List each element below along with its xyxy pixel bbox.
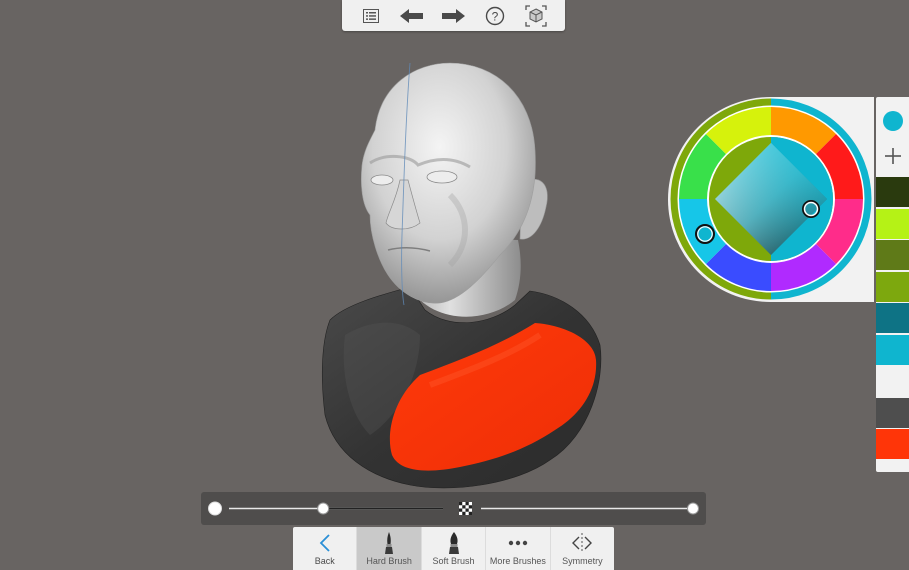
top-toolbar: ? [342,0,565,31]
add-swatch-button[interactable] [882,145,904,167]
svg-text:?: ? [492,9,499,23]
more-brushes-button[interactable]: More Brushes [486,527,551,570]
symmetry-icon [572,533,593,553]
hue-selector [695,224,715,244]
view-cube-icon [525,4,547,27]
back-label: Back [314,556,335,566]
list-button[interactable] [356,3,386,29]
undo-arrow-icon [400,8,424,23]
soft-brush-button[interactable]: Soft Brush [422,527,487,570]
hard-brush-label: Hard Brush [366,556,412,566]
more-brushes-label: More Brushes [489,556,546,566]
opacity-slider-thumb [687,502,699,515]
brush-slider-bar [201,492,706,525]
soft-brush-icon [448,532,459,554]
hard-brush-button[interactable]: Hard Brush [357,527,422,570]
hard-brush-icon [385,532,394,554]
undo-button[interactable] [397,3,427,29]
redo-arrow-icon [442,8,466,23]
symmetry-label: Symmetry [562,556,603,566]
back-button[interactable]: Back [293,527,358,570]
bottom-toolbar: Back Hard Brush Soft Brush More Brushes … [293,527,614,570]
color-swatch[interactable] [876,177,909,207]
color-swatch[interactable] [876,240,909,270]
color-swatch[interactable] [876,303,909,333]
swatch-panel [876,97,909,472]
color-swatch[interactable] [876,397,909,428]
view-cube-button[interactable] [521,3,551,29]
chevron-left-icon [319,534,330,552]
color-swatch[interactable] [876,334,909,365]
color-swatch[interactable] [876,366,909,396]
current-color-swatch[interactable] [883,111,903,131]
color-picker-panel [668,97,874,302]
color-swatch[interactable] [876,271,909,302]
size-min-icon [208,501,222,516]
size-slider-thumb [317,502,330,515]
soft-brush-label: Soft Brush [432,556,475,566]
color-wheel[interactable] [668,97,874,302]
help-button[interactable]: ? [480,3,510,29]
list-icon [362,8,379,23]
more-dots-icon [508,540,528,546]
redo-button[interactable] [438,3,468,29]
color-swatch[interactable] [876,208,909,239]
help-icon: ? [485,6,505,25]
color-swatch[interactable] [876,429,909,459]
plus-icon [885,148,901,164]
symmetry-button[interactable]: Symmetry [551,527,614,570]
sculpt-model[interactable] [300,55,630,500]
opacity-checker-icon [459,502,472,515]
